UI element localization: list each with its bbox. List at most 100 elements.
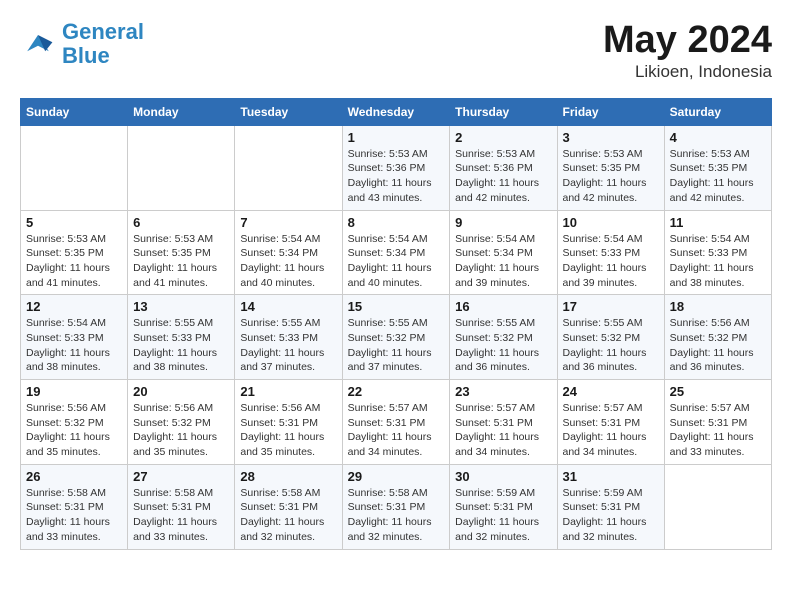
calendar-cell: 28 Sunrise: 5:58 AM Sunset: 5:31 PM Dayli… (235, 464, 342, 549)
day-number: 9 (455, 215, 551, 230)
day-number: 16 (455, 299, 551, 314)
day-info: Sunrise: 5:53 AM Sunset: 5:35 PM Dayligh… (563, 147, 659, 206)
day-number: 23 (455, 384, 551, 399)
calendar-table: SundayMondayTuesdayWednesdayThursdayFrid… (20, 98, 772, 550)
calendar-cell: 1Sunrise: 5:53 AM Sunset: 5:36 PM Daylig… (342, 125, 450, 210)
day-info: Sunrise: 5:53 AM Sunset: 5:36 PM Dayligh… (348, 147, 445, 206)
calendar-week-row: 1Sunrise: 5:53 AM Sunset: 5:36 PM Daylig… (21, 125, 772, 210)
title-area: May 2024 Likioen, Indonesia (603, 20, 772, 82)
day-info: Sunrise: 5:55 AM Sunset: 5:33 PM Dayligh… (133, 316, 229, 375)
day-info: Sunrise: 5:53 AM Sunset: 5:35 PM Dayligh… (26, 232, 122, 291)
day-info: Sunrise: 5:55 AM Sunset: 5:32 PM Dayligh… (563, 316, 659, 375)
calendar-week-row: 12 Sunrise: 5:54 AM Sunset: 5:33 PM Dayli… (21, 295, 772, 380)
day-number: 8 (348, 215, 445, 230)
calendar-cell: 30 Sunrise: 5:59 AM Sunset: 5:31 PM Dayli… (450, 464, 557, 549)
day-number: 22 (348, 384, 445, 399)
day-info: Sunrise: 5:57 AM Sunset: 5:31 PM Dayligh… (563, 401, 659, 460)
day-number: 5 (26, 215, 122, 230)
calendar-cell: 11Sunrise: 5:54 AM Sunset: 5:33 PM Dayli… (664, 210, 771, 295)
day-header: Wednesday (342, 98, 450, 125)
day-info: Sunrise: 5:54 AM Sunset: 5:33 PM Dayligh… (563, 232, 659, 291)
calendar-header-row: SundayMondayTuesdayWednesdayThursdayFrid… (21, 98, 772, 125)
calendar-cell: 12 Sunrise: 5:54 AM Sunset: 5:33 PM Dayli… (21, 295, 128, 380)
day-number: 31 (563, 469, 659, 484)
day-header: Friday (557, 98, 664, 125)
day-info: Sunrise: 5:59 AM Sunset: 5:31 PM Dayligh… (455, 486, 551, 545)
calendar-week-row: 26 Sunrise: 5:58 AM Sunset: 5:31 PM Dayli… (21, 464, 772, 549)
calendar-cell: 7 Sunrise: 5:54 AM Sunset: 5:34 PM Daylig… (235, 210, 342, 295)
calendar-cell: 22Sunrise: 5:57 AM Sunset: 5:31 PM Dayli… (342, 380, 450, 465)
calendar-cell: 2 Sunrise: 5:53 AM Sunset: 5:36 PM Daylig… (450, 125, 557, 210)
day-info: Sunrise: 5:56 AM Sunset: 5:31 PM Dayligh… (240, 401, 336, 460)
calendar-week-row: 19 Sunrise: 5:56 AM Sunset: 5:32 PM Dayli… (21, 380, 772, 465)
calendar-cell (664, 464, 771, 549)
day-number: 11 (670, 215, 766, 230)
calendar-cell: 14Sunrise: 5:55 AM Sunset: 5:33 PM Dayli… (235, 295, 342, 380)
calendar-cell: 8 Sunrise: 5:54 AM Sunset: 5:34 PM Daylig… (342, 210, 450, 295)
day-number: 18 (670, 299, 766, 314)
day-info: Sunrise: 5:58 AM Sunset: 5:31 PM Dayligh… (348, 486, 445, 545)
day-number: 28 (240, 469, 336, 484)
day-info: Sunrise: 5:59 AM Sunset: 5:31 PM Dayligh… (563, 486, 659, 545)
logo-icon (20, 26, 56, 62)
location: Likioen, Indonesia (603, 62, 772, 82)
day-info: Sunrise: 5:55 AM Sunset: 5:32 PM Dayligh… (348, 316, 445, 375)
day-number: 26 (26, 469, 122, 484)
day-number: 21 (240, 384, 336, 399)
day-info: Sunrise: 5:54 AM Sunset: 5:34 PM Dayligh… (348, 232, 445, 291)
day-info: Sunrise: 5:55 AM Sunset: 5:32 PM Dayligh… (455, 316, 551, 375)
calendar-cell: 17 Sunrise: 5:55 AM Sunset: 5:32 PM Dayli… (557, 295, 664, 380)
calendar-cell: 23 Sunrise: 5:57 AM Sunset: 5:31 PM Dayli… (450, 380, 557, 465)
calendar-cell: 24Sunrise: 5:57 AM Sunset: 5:31 PM Dayli… (557, 380, 664, 465)
day-number: 19 (26, 384, 122, 399)
month-title: May 2024 (603, 20, 772, 62)
day-info: Sunrise: 5:56 AM Sunset: 5:32 PM Dayligh… (26, 401, 122, 460)
day-number: 3 (563, 130, 659, 145)
calendar-cell: 26 Sunrise: 5:58 AM Sunset: 5:31 PM Dayli… (21, 464, 128, 549)
day-info: Sunrise: 5:57 AM Sunset: 5:31 PM Dayligh… (670, 401, 766, 460)
day-number: 12 (26, 299, 122, 314)
calendar-cell: 4 Sunrise: 5:53 AM Sunset: 5:35 PM Daylig… (664, 125, 771, 210)
day-info: Sunrise: 5:57 AM Sunset: 5:31 PM Dayligh… (455, 401, 551, 460)
day-info: Sunrise: 5:53 AM Sunset: 5:36 PM Dayligh… (455, 147, 551, 206)
day-number: 4 (670, 130, 766, 145)
day-info: Sunrise: 5:53 AM Sunset: 5:35 PM Dayligh… (670, 147, 766, 206)
calendar-cell: 6Sunrise: 5:53 AM Sunset: 5:35 PM Daylig… (128, 210, 235, 295)
header: General Blue May 2024 Likioen, Indonesia (20, 20, 772, 82)
day-info: Sunrise: 5:54 AM Sunset: 5:34 PM Dayligh… (455, 232, 551, 291)
day-number: 13 (133, 299, 229, 314)
calendar-cell: 10 Sunrise: 5:54 AM Sunset: 5:33 PM Dayli… (557, 210, 664, 295)
day-info: Sunrise: 5:58 AM Sunset: 5:31 PM Dayligh… (240, 486, 336, 545)
day-number: 17 (563, 299, 659, 314)
calendar-cell (128, 125, 235, 210)
day-header: Monday (128, 98, 235, 125)
calendar-cell: 19 Sunrise: 5:56 AM Sunset: 5:32 PM Dayli… (21, 380, 128, 465)
calendar-week-row: 5 Sunrise: 5:53 AM Sunset: 5:35 PM Daylig… (21, 210, 772, 295)
calendar-cell: 13 Sunrise: 5:55 AM Sunset: 5:33 PM Dayli… (128, 295, 235, 380)
day-info: Sunrise: 5:56 AM Sunset: 5:32 PM Dayligh… (670, 316, 766, 375)
day-info: Sunrise: 5:54 AM Sunset: 5:33 PM Dayligh… (26, 316, 122, 375)
day-info: Sunrise: 5:58 AM Sunset: 5:31 PM Dayligh… (133, 486, 229, 545)
day-info: Sunrise: 5:55 AM Sunset: 5:33 PM Dayligh… (240, 316, 336, 375)
day-number: 7 (240, 215, 336, 230)
day-number: 29 (348, 469, 445, 484)
calendar-cell: 15 Sunrise: 5:55 AM Sunset: 5:32 PM Dayli… (342, 295, 450, 380)
day-number: 2 (455, 130, 551, 145)
day-info: Sunrise: 5:56 AM Sunset: 5:32 PM Dayligh… (133, 401, 229, 460)
calendar-cell: 5 Sunrise: 5:53 AM Sunset: 5:35 PM Daylig… (21, 210, 128, 295)
calendar-cell: 9 Sunrise: 5:54 AM Sunset: 5:34 PM Daylig… (450, 210, 557, 295)
day-header: Tuesday (235, 98, 342, 125)
calendar-cell (21, 125, 128, 210)
logo: General Blue (20, 20, 144, 68)
day-number: 27 (133, 469, 229, 484)
calendar-cell: 25Sunrise: 5:57 AM Sunset: 5:31 PM Dayli… (664, 380, 771, 465)
day-number: 30 (455, 469, 551, 484)
day-info: Sunrise: 5:54 AM Sunset: 5:34 PM Dayligh… (240, 232, 336, 291)
day-info: Sunrise: 5:58 AM Sunset: 5:31 PM Dayligh… (26, 486, 122, 545)
day-number: 15 (348, 299, 445, 314)
calendar-cell: 3 Sunrise: 5:53 AM Sunset: 5:35 PM Daylig… (557, 125, 664, 210)
day-info: Sunrise: 5:53 AM Sunset: 5:35 PM Dayligh… (133, 232, 229, 291)
calendar-cell: 20Sunrise: 5:56 AM Sunset: 5:32 PM Dayli… (128, 380, 235, 465)
day-number: 10 (563, 215, 659, 230)
calendar-cell: 18 Sunrise: 5:56 AM Sunset: 5:32 PM Dayli… (664, 295, 771, 380)
